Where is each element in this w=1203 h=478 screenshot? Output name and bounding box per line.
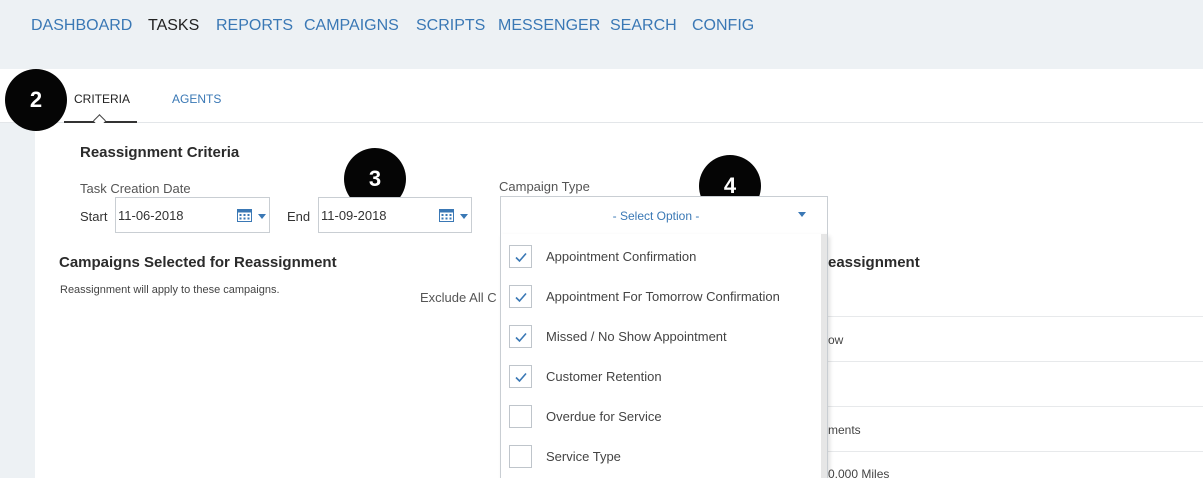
end-date-value: 11-09-2018 xyxy=(321,208,387,223)
checkbox[interactable] xyxy=(509,405,532,428)
campaign-type-placeholder: - Select Option - xyxy=(612,209,700,223)
selected-description: Reassignment will apply to these campaig… xyxy=(60,284,280,296)
campaign-type-label: Campaign Type xyxy=(499,179,590,194)
list-item[interactable]: ow xyxy=(828,333,843,347)
option-label: Missed / No Show Appointment xyxy=(546,329,727,344)
option-label: Overdue for Service xyxy=(546,409,662,424)
nav-scripts[interactable]: SCRIPTS xyxy=(416,17,485,35)
option-label: Appointment For Tomorrow Confirmation xyxy=(546,289,780,304)
checkbox[interactable] xyxy=(509,245,532,268)
checkbox[interactable] xyxy=(509,365,532,388)
dropdown-scrollbar[interactable] xyxy=(821,234,827,478)
row-divider xyxy=(828,451,1203,452)
check-icon xyxy=(515,252,527,263)
check-icon xyxy=(515,332,527,343)
chevron-down-icon[interactable] xyxy=(798,212,806,217)
calendar-icon[interactable] xyxy=(439,208,454,222)
option-appointment-tomorrow[interactable]: Appointment For Tomorrow Confirmation xyxy=(501,276,821,316)
section-title-criteria: Reassignment Criteria xyxy=(80,144,240,161)
nav-search[interactable]: SEARCH xyxy=(610,17,677,35)
end-label: End xyxy=(287,209,311,224)
nav-tasks[interactable]: TASKS xyxy=(148,17,199,35)
checkbox[interactable] xyxy=(509,325,532,348)
nav-dashboard[interactable]: DASHBOARD xyxy=(31,17,132,35)
option-appointment-confirmation[interactable]: Appointment Confirmation xyxy=(501,236,821,276)
tab-criteria[interactable]: CRITERIA xyxy=(74,92,130,106)
option-missed-no-show[interactable]: Missed / No Show Appointment xyxy=(501,316,821,356)
callout-badge-2: 2 xyxy=(5,69,67,131)
option-service-type[interactable]: Service Type xyxy=(501,436,821,476)
option-label: Customer Retention xyxy=(546,369,662,384)
nav-messenger[interactable]: MESSENGER xyxy=(498,17,600,35)
nav-reports[interactable]: REPORTS xyxy=(216,17,293,35)
section-title-right: eassignment xyxy=(828,254,920,271)
check-icon xyxy=(515,372,527,383)
row-divider xyxy=(828,361,1203,362)
left-gutter xyxy=(0,123,35,478)
option-customer-retention[interactable]: Customer Retention xyxy=(501,356,821,396)
top-nav: DASHBOARD TASKS REPORTS CAMPAIGNS SCRIPT… xyxy=(0,0,1203,69)
checkbox[interactable] xyxy=(509,285,532,308)
option-label: Appointment Confirmation xyxy=(546,249,697,264)
chevron-down-icon[interactable] xyxy=(258,214,266,219)
tab-agents[interactable]: AGENTS xyxy=(172,92,221,106)
list-item[interactable]: 0,000 Miles xyxy=(828,467,889,478)
end-date-field[interactable]: 11-09-2018 xyxy=(318,197,472,233)
section-title-selected: Campaigns Selected for Reassignment xyxy=(59,254,337,271)
start-date-value: 11-06-2018 xyxy=(118,208,184,223)
row-divider xyxy=(828,406,1203,407)
option-overdue-for-service[interactable]: Overdue for Service xyxy=(501,396,821,436)
campaign-type-select[interactable]: - Select Option - xyxy=(500,196,828,234)
task-creation-date-label: Task Creation Date xyxy=(80,181,191,196)
start-label: Start xyxy=(80,209,108,224)
exclude-all-link[interactable]: Exclude All C xyxy=(420,290,500,305)
list-item[interactable]: ments xyxy=(828,423,861,437)
campaign-type-dropdown: Appointment Confirmation Appointment For… xyxy=(500,234,828,478)
nav-campaigns[interactable]: CAMPAIGNS xyxy=(304,17,399,35)
calendar-icon[interactable] xyxy=(237,208,252,222)
start-date-field[interactable]: 11-06-2018 xyxy=(115,197,270,233)
sub-tabs: CRITERIA AGENTS xyxy=(0,69,1203,127)
option-label: Service Type xyxy=(546,449,621,464)
check-icon xyxy=(515,292,527,303)
row-divider xyxy=(828,316,1203,317)
chevron-down-icon[interactable] xyxy=(460,214,468,219)
checkbox[interactable] xyxy=(509,445,532,468)
nav-config[interactable]: CONFIG xyxy=(692,17,754,35)
